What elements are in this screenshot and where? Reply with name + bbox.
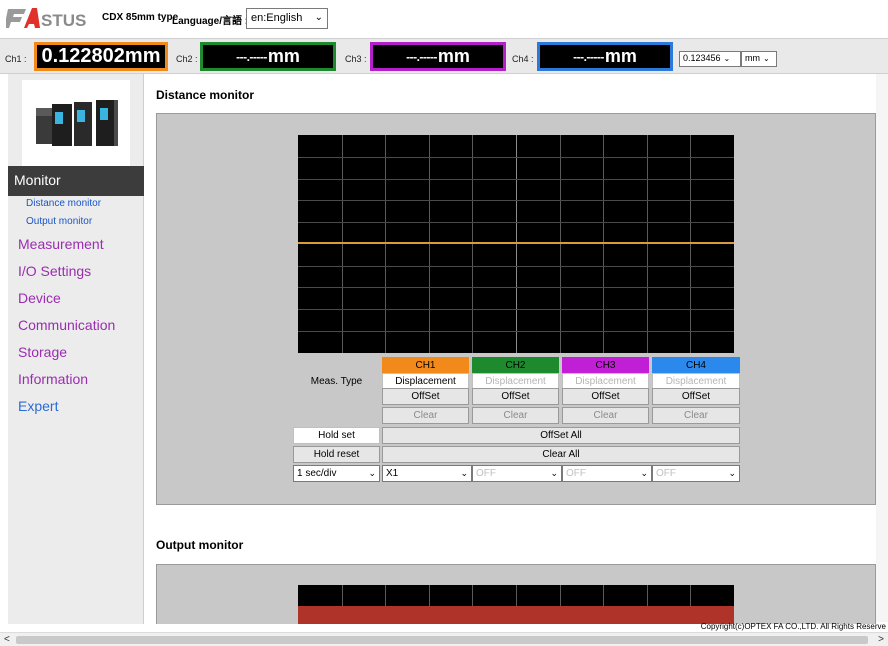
language-label: Language/言語 : bbox=[172, 16, 249, 27]
channel-bar: Ch1 : 0.122802mm Ch2 : ---.----- mm Ch3 … bbox=[0, 38, 888, 74]
ch4-unit: mm bbox=[604, 46, 637, 66]
ch1-label: Ch1 : bbox=[5, 54, 27, 64]
chevron-down-icon: ⌄ bbox=[550, 468, 558, 478]
ch3-clear-button[interactable]: Clear bbox=[562, 407, 649, 424]
scrollbar-thumb[interactable] bbox=[16, 636, 868, 644]
nav-io-settings[interactable]: I/O Settings bbox=[18, 263, 91, 279]
output-monitor-title: Output monitor bbox=[156, 538, 244, 552]
ch2-unit: mm bbox=[267, 46, 300, 66]
offset-all-button[interactable]: OffSet All bbox=[382, 427, 740, 444]
product-title: CDX 85mm type bbox=[102, 12, 179, 23]
ch1-offset-button[interactable]: OffSet bbox=[382, 388, 469, 405]
ch3-label: Ch3 : bbox=[345, 54, 367, 64]
chevron-down-icon: ⌄ bbox=[460, 468, 468, 478]
ch1-trace bbox=[298, 242, 734, 244]
distance-monitor-title: Distance monitor bbox=[156, 88, 255, 102]
main-content: Distance monitor CH1 CH2 CH3 CH4 Meas. T… bbox=[144, 74, 888, 624]
ch2-offset-button[interactable]: OffSet bbox=[472, 388, 559, 405]
chevron-down-icon: ⌄ bbox=[723, 54, 731, 63]
svg-text:STUS: STUS bbox=[41, 11, 86, 30]
nav-information[interactable]: Information bbox=[18, 371, 88, 387]
ch4-dashes: ---.----- bbox=[573, 49, 604, 64]
top-bar: STUS CDX 85mm type Language/言語 : en:Engl… bbox=[0, 0, 888, 38]
ch4-label: Ch4 : bbox=[512, 54, 534, 64]
ch2-label: Ch2 : bbox=[176, 54, 198, 64]
ch4-header: CH4 bbox=[652, 357, 740, 374]
ch4-readout: ---.----- mm bbox=[537, 42, 673, 71]
vertical-scrollbar[interactable] bbox=[876, 74, 888, 622]
copyright-text: Copyright(c)OPTEX FA CO.,LTD. All Rights… bbox=[700, 622, 886, 631]
ch4-offset-button[interactable]: OffSet bbox=[652, 388, 740, 405]
unit-select-value: mm bbox=[745, 53, 760, 63]
fastus-logo: STUS bbox=[6, 5, 98, 31]
nav-device[interactable]: Device bbox=[18, 290, 61, 306]
chevron-down-icon: ⌄ bbox=[314, 12, 323, 23]
time-div-value: 1 sec/div bbox=[297, 468, 337, 479]
hold-set-button[interactable]: Hold set bbox=[293, 427, 380, 444]
meas-type-label: Meas. Type bbox=[310, 376, 363, 387]
nav-output-monitor[interactable]: Output monitor bbox=[26, 216, 92, 227]
ch3-unit: mm bbox=[437, 46, 470, 66]
ch3-readout: ---.----- mm bbox=[370, 42, 506, 71]
unit-select[interactable]: mm ⌄ bbox=[741, 51, 777, 67]
ch4-scale-select[interactable]: OFF ⌄ bbox=[652, 465, 740, 482]
ch2-scale-value: OFF bbox=[476, 468, 496, 479]
distance-monitor-panel: CH1 CH2 CH3 CH4 Meas. Type Displacement … bbox=[156, 113, 876, 505]
output-graph bbox=[298, 585, 734, 606]
ch1-header: CH1 bbox=[382, 357, 469, 374]
ch2-readout: ---.----- mm bbox=[200, 42, 336, 71]
ch3-scale-value: OFF bbox=[566, 468, 586, 479]
ch2-clear-button[interactable]: Clear bbox=[472, 407, 559, 424]
chevron-down-icon: ⌄ bbox=[763, 54, 770, 63]
ch3-header: CH3 bbox=[562, 357, 649, 374]
chevron-down-icon: ⌄ bbox=[368, 468, 376, 478]
ch1-clear-button[interactable]: Clear bbox=[382, 407, 469, 424]
nav-storage[interactable]: Storage bbox=[18, 344, 67, 360]
product-image bbox=[22, 80, 130, 166]
nav-expert[interactable]: Expert bbox=[18, 398, 58, 414]
precision-select[interactable]: 0.123456 ⌄ bbox=[679, 51, 741, 67]
hold-reset-button[interactable]: Hold reset bbox=[293, 446, 380, 463]
ch2-header: CH2 bbox=[472, 357, 559, 374]
language-select-value: en:English bbox=[251, 12, 303, 24]
ch3-dashes: ---.----- bbox=[406, 49, 437, 64]
scroll-right-icon[interactable]: > bbox=[878, 634, 884, 645]
ch3-offset-button[interactable]: OffSet bbox=[562, 388, 649, 405]
nav-measurement[interactable]: Measurement bbox=[18, 236, 104, 252]
ch2-scale-select[interactable]: OFF ⌄ bbox=[472, 465, 562, 482]
ch1-scale-select[interactable]: X1 ⌄ bbox=[382, 465, 472, 482]
precision-select-value: 0.123456 bbox=[683, 53, 721, 63]
ch4-scale-value: OFF bbox=[656, 468, 676, 479]
ch1-readout: 0.122802mm bbox=[34, 42, 168, 71]
sidebar: Monitor Distance monitor Output monitor … bbox=[8, 74, 144, 624]
ch2-dashes: ---.----- bbox=[236, 49, 267, 64]
time-div-select[interactable]: 1 sec/div ⌄ bbox=[293, 465, 380, 482]
ch3-scale-select[interactable]: OFF ⌄ bbox=[562, 465, 652, 482]
chevron-down-icon: ⌄ bbox=[640, 468, 648, 478]
nav-monitor[interactable]: Monitor bbox=[8, 166, 144, 196]
ch4-clear-button[interactable]: Clear bbox=[652, 407, 740, 424]
chevron-down-icon: ⌄ bbox=[728, 468, 736, 478]
ch1-scale-value: X1 bbox=[386, 468, 399, 479]
distance-graph bbox=[298, 135, 734, 353]
horizontal-scrollbar[interactable]: < > bbox=[0, 632, 888, 646]
nav-distance-monitor[interactable]: Distance monitor bbox=[26, 198, 101, 209]
clear-all-button[interactable]: Clear All bbox=[382, 446, 740, 463]
language-select[interactable]: en:English ⌄ bbox=[246, 8, 328, 29]
nav-communication[interactable]: Communication bbox=[18, 317, 115, 333]
scroll-left-icon[interactable]: < bbox=[4, 634, 10, 645]
output-monitor-panel bbox=[156, 564, 876, 624]
